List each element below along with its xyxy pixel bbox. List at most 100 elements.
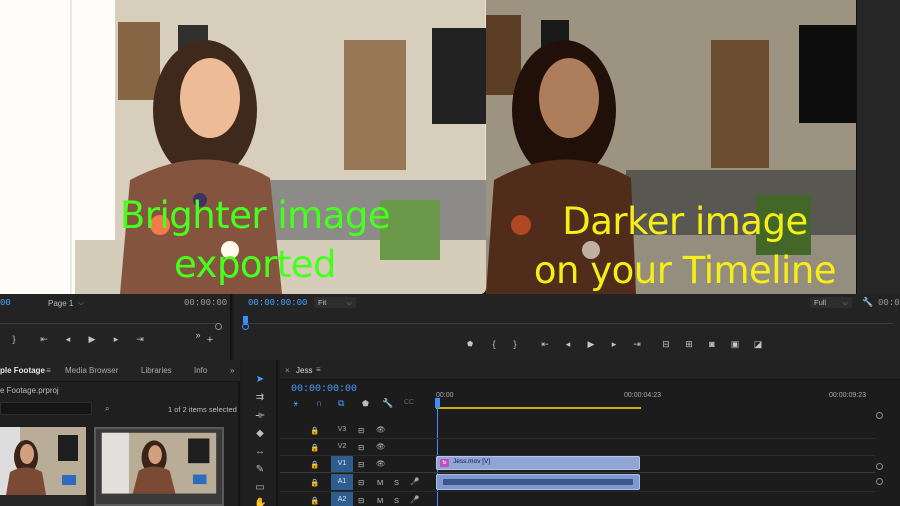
darker-caption: Darker image on your Timeline (522, 197, 848, 295)
mark-in-icon[interactable]: { (488, 339, 500, 349)
track-label-a1[interactable]: A1 (331, 474, 353, 490)
step-forward-icon[interactable]: ▸ (608, 339, 620, 349)
add-marker-icon[interactable]: ⬟ (362, 399, 369, 408)
microphone-icon[interactable]: 🎤 (410, 495, 419, 504)
play-icon[interactable]: ▶ (585, 339, 597, 349)
go-to-in-icon[interactable]: ⇤ (38, 334, 50, 344)
comparison-view-icon[interactable]: ▣ (729, 339, 741, 349)
close-icon[interactable]: × (285, 366, 290, 375)
lock-icon[interactable]: 🔒 (310, 426, 319, 435)
lock-icon[interactable]: 🔒 (310, 496, 319, 505)
sync-lock-icon[interactable]: ⊟ (358, 460, 364, 469)
vertical-zoom-handle[interactable] (876, 412, 883, 419)
eye-icon[interactable]: 👁 (376, 459, 386, 468)
sequence-tab[interactable]: Jess (296, 366, 312, 375)
solo-button[interactable]: S (394, 496, 399, 505)
sync-lock-icon[interactable]: ⊟ (358, 443, 364, 452)
play-icon[interactable]: ▶ (86, 334, 98, 344)
step-back-icon[interactable]: ◂ (562, 339, 574, 349)
tab-project[interactable]: ple Footage (0, 366, 45, 375)
vertical-zoom-handle[interactable] (876, 463, 883, 470)
vertical-zoom-handle[interactable] (876, 478, 883, 485)
ripple-edit-tool-icon[interactable]: ⟛ (254, 410, 266, 422)
go-to-in-icon[interactable]: ⇤ (539, 339, 551, 349)
insert-nest-icon[interactable]: ⚹ (293, 398, 298, 409)
more-controls-icon[interactable]: » (192, 330, 204, 340)
track-label-v2[interactable]: V2 (331, 439, 353, 455)
mark-out-icon[interactable]: } (8, 334, 20, 344)
program-timecode[interactable]: 00:00:00:00 (248, 298, 307, 308)
tab-media-browser[interactable]: Media Browser (65, 366, 118, 375)
tab-info[interactable]: Info (194, 366, 207, 375)
step-forward-icon[interactable]: ▸ (110, 334, 122, 344)
chevron-down-icon: ⌵ (842, 298, 848, 307)
brighter-caption-line1: Brighter image (119, 194, 391, 237)
source-zoom-handle[interactable] (215, 323, 222, 330)
lock-icon[interactable]: 🔒 (310, 460, 319, 469)
go-to-out-icon[interactable]: ⇥ (631, 339, 643, 349)
project-search-input[interactable] (0, 402, 92, 415)
sync-lock-icon[interactable]: ⊟ (358, 478, 364, 487)
resolution-dropdown[interactable]: Full ⌵ (810, 297, 852, 308)
source-timecode[interactable]: 00 (0, 298, 11, 308)
track-label-v3[interactable]: V3 (331, 422, 353, 438)
darker-caption-line2: on your Timeline (533, 249, 837, 292)
audio-clip[interactable] (436, 474, 640, 490)
mark-out-icon[interactable]: } (509, 339, 521, 349)
find-icon[interactable]: ⌕ (105, 404, 109, 414)
track-label-a2[interactable]: A2 (331, 492, 353, 506)
eye-icon[interactable]: 👁 (376, 425, 386, 434)
razor-tool-icon[interactable]: ◆ (254, 428, 266, 440)
go-to-out-icon[interactable]: ⇥ (134, 334, 146, 344)
track-header-v2: 🔒 V2 ⊟ 👁 (290, 439, 440, 455)
lock-icon[interactable]: 🔒 (310, 478, 319, 487)
pen-tool-icon[interactable]: ✎ (254, 464, 266, 476)
hand-tool-icon[interactable]: ✋ (254, 498, 266, 506)
video-clip[interactable]: fx Jess.mov [V] (436, 456, 640, 470)
lock-icon[interactable]: 🔒 (310, 443, 319, 452)
fit-dropdown[interactable]: Fit ⌵ (314, 297, 356, 308)
proxy-toggle-icon[interactable]: ◪ (752, 339, 764, 349)
tab-menu-icon[interactable]: ≡ (46, 366, 51, 375)
selection-tool-icon[interactable]: ➤ (254, 374, 266, 386)
track-select-tool-icon[interactable]: ⇉ (254, 392, 266, 404)
lift-icon[interactable]: ⊟ (660, 339, 672, 349)
program-ruler[interactable] (243, 316, 893, 324)
captions-icon[interactable]: CC (404, 399, 414, 406)
add-button-icon[interactable]: + (204, 335, 216, 346)
page-dropdown-icon[interactable]: ⌵ (78, 298, 84, 308)
page-label[interactable]: Page 1 (48, 299, 73, 308)
rectangle-tool-icon[interactable]: ▭ (254, 482, 266, 494)
audio-waveform (443, 479, 633, 485)
monitor-margin (856, 0, 900, 294)
add-marker-icon[interactable]: ⬟ (464, 340, 476, 350)
timeline-playhead-handle[interactable] (435, 398, 440, 408)
work-area-bar[interactable] (436, 407, 641, 409)
sync-lock-icon[interactable]: ⊟ (358, 426, 364, 435)
timeline-timecode[interactable]: 00:00:00:00 (291, 384, 357, 395)
more-tabs-icon[interactable]: » (230, 366, 234, 375)
extract-icon[interactable]: ⊞ (683, 339, 695, 349)
project-item-thumbnail[interactable] (0, 427, 86, 506)
program-zoom-handle[interactable] (242, 323, 249, 330)
wrench-icon[interactable]: 🔧 (862, 297, 873, 308)
sync-lock-icon[interactable]: ⊟ (358, 496, 364, 505)
export-frame-icon[interactable]: ◙ (706, 339, 718, 349)
track-label-v1[interactable]: V1 (331, 456, 353, 472)
sequence-menu-icon[interactable]: ≡ (316, 365, 321, 374)
project-item-thumbnail-selected[interactable] (94, 427, 224, 506)
step-back-icon[interactable]: ◂ (62, 334, 74, 344)
slip-tool-icon[interactable]: ↔ (254, 446, 266, 458)
brighter-caption: Brighter image exported (105, 191, 405, 289)
mute-button[interactable]: M (377, 496, 383, 505)
microphone-icon[interactable]: 🎤 (410, 477, 419, 486)
mute-button[interactable]: M (377, 478, 383, 487)
timeline-settings-icon[interactable]: 🔧 (382, 398, 393, 409)
source-ruler[interactable] (0, 316, 220, 324)
eye-icon[interactable]: 👁 (376, 442, 386, 451)
snap-icon[interactable]: ∩ (316, 398, 322, 408)
tab-libraries[interactable]: Libraries (141, 366, 172, 375)
tools-panel: ➤ ⇉ ⟛ ◆ ↔ ✎ ▭ ✋ (242, 360, 278, 506)
solo-button[interactable]: S (394, 478, 399, 487)
linked-selection-icon[interactable]: ⧉ (338, 398, 344, 409)
